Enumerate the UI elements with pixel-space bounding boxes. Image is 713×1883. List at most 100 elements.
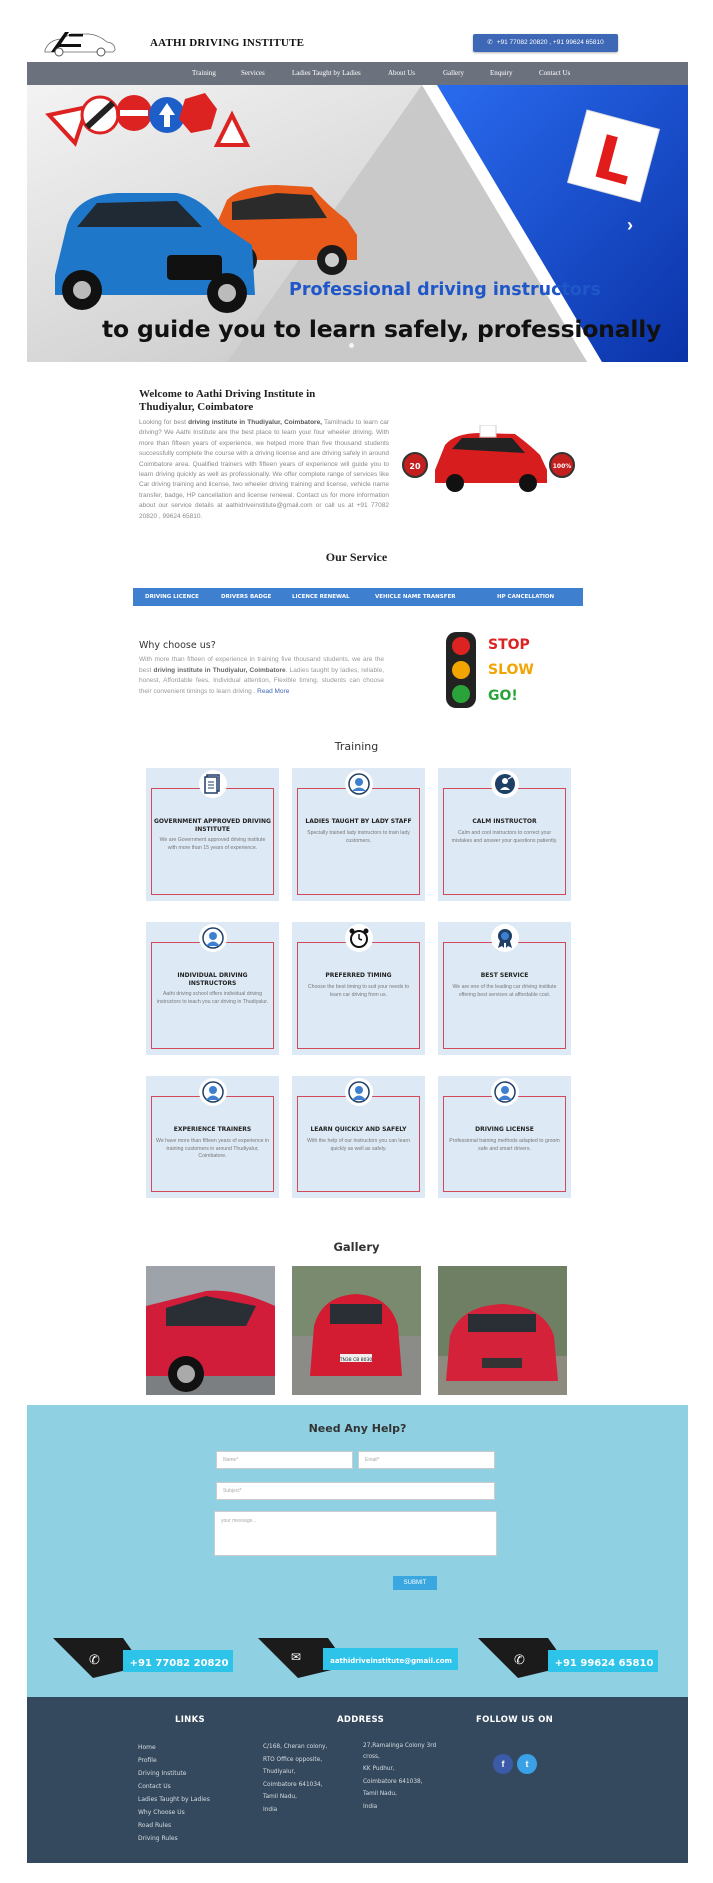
footer-link-home[interactable]: Home <box>138 1744 156 1751</box>
nav-training[interactable]: Training <box>192 62 216 85</box>
service-hp-cancellation[interactable]: HP CANCELLATION <box>497 588 554 606</box>
hero-slider: L Professional driving instructors to gu… <box>27 85 688 362</box>
alarm-clock-icon <box>345 924 373 952</box>
footer-link-ladies-taught[interactable]: Ladies Taught by Ladies <box>138 1796 210 1803</box>
training-card: LADIES TAUGHT BY LADY STAFF Specially tra… <box>292 768 425 901</box>
slider-dot[interactable] <box>349 343 354 348</box>
signal-go: GO! <box>488 688 518 704</box>
card-text: With the help of our instructors you can… <box>307 1138 410 1152</box>
site-title[interactable]: AATHI DRIVING INSTITUTE <box>150 37 304 49</box>
card-title: INDIVIDUAL DRIVING INSTRUCTORS <box>177 972 248 987</box>
twitter-icon[interactable]: t <box>517 1754 537 1774</box>
gallery-image-1[interactable] <box>146 1266 275 1395</box>
why-text: With more than fifteen of experience in … <box>139 656 385 695</box>
footer-link-contact-us[interactable]: Contact Us <box>138 1783 171 1790</box>
years-badge: 20 <box>409 462 421 471</box>
document-icon <box>199 770 227 798</box>
gallery-title: Gallery <box>333 1240 380 1254</box>
training-card: BEST SERVICE We are one of the leading ca… <box>438 922 571 1055</box>
why-title: Why choose us? <box>139 640 216 651</box>
footer-link-road-rules[interactable]: Road Rules <box>138 1822 171 1829</box>
card-title: GOVERNMENT APPROVED DRIVING INSTITUTE <box>154 818 271 833</box>
services-bar: DRIVING LICENCE DRIVERS BADGE LICENCE RE… <box>133 588 583 606</box>
red-car-image: 20 100% <box>402 425 575 492</box>
hero-headline: Professional driving instructors <box>289 280 601 300</box>
lady-icon <box>345 770 373 798</box>
help-section: Need Any Help? Name* Email* Subject* you… <box>27 1405 688 1697</box>
logo-car-icon[interactable] <box>41 30 117 58</box>
card-text: Aathi driving school offers individual d… <box>156 991 269 1005</box>
nav-services[interactable]: Services <box>241 62 265 85</box>
badge-phone-2: +91 99624 65810 <box>555 1658 654 1669</box>
slider-next-icon[interactable]: › <box>627 215 633 236</box>
welcome-title: Welcome to Aathi Driving Institute in Th… <box>139 388 316 413</box>
phone-icon: ✆ <box>487 39 493 46</box>
badge-email: aathidriveinstitute@gmail.com <box>330 1657 452 1665</box>
training-card: GOVERNMENT APPROVED DRIVING INSTITUTE We … <box>146 768 279 901</box>
training-card: PREFERRED TIMING Choose the best timing t… <box>292 922 425 1055</box>
address-title: ADDRESS <box>337 1715 385 1725</box>
read-more-link[interactable]: Read More <box>257 688 289 695</box>
training-card: INDIVIDUAL DRIVING INSTRUCTORS Aathi driv… <box>146 922 279 1055</box>
subject-field[interactable]: Subject* <box>216 1482 495 1500</box>
name-field[interactable]: Name* <box>216 1451 353 1469</box>
gallery-image-2[interactable]: TN38 CB 8030 <box>292 1266 421 1395</box>
email-field[interactable]: Email* <box>358 1451 495 1469</box>
submit-button[interactable]: SUBMIT <box>393 1576 437 1590</box>
card-title: PREFERRED TIMING <box>325 972 392 979</box>
user-icon <box>345 1078 373 1106</box>
footer-link-driving-rules[interactable]: Driving Rules <box>138 1835 178 1842</box>
nav-gallery[interactable]: Gallery <box>443 62 464 85</box>
phone-button[interactable]: ✆ +91 77082 20820 , +91 99624 65810 <box>473 34 618 52</box>
instructor-icon <box>491 770 519 798</box>
site-footer: LINKS Home Profile Driving Institute Con… <box>27 1697 688 1863</box>
services-title: Our Service <box>325 550 388 564</box>
service-driving-licence[interactable]: DRIVING LICENCE <box>145 588 199 606</box>
nav-enquiry[interactable]: Enquiry <box>490 62 513 85</box>
training-card: EXPERIENCE TRAINERS We have more than fif… <box>146 1076 279 1198</box>
service-drivers-badge[interactable]: DRIVERS BADGE <box>221 588 271 606</box>
service-licence-renewal[interactable]: LICENCE RENEWAL <box>292 588 350 606</box>
training-card: CALM INSTRUCTOR Calm and cool instructors… <box>438 768 571 901</box>
email-badge[interactable]: ✉ aathidriveinstitute@gmail.com <box>258 1638 458 1678</box>
main-nav: Training Services Ladies Taught by Ladie… <box>27 62 688 85</box>
message-field[interactable]: your message... <box>214 1511 497 1556</box>
card-text: Calm and cool instructors to correct you… <box>451 830 558 844</box>
card-text: Professional training methods adapted to… <box>449 1138 560 1152</box>
card-title: DRIVING LICENSE <box>475 1126 534 1133</box>
signal-stop: STOP <box>488 637 530 653</box>
nav-contact-us[interactable]: Contact Us <box>539 62 570 85</box>
welcome-text: Looking for best driving institute in Th… <box>139 419 390 520</box>
address-1: C/168, Cheran colony, RTO Office opposite… <box>263 1744 328 1813</box>
traffic-light-image: STOP SLOW GO! <box>446 632 534 708</box>
training-card: LEARN QUICKLY AND SAFELY With the help of… <box>292 1076 425 1198</box>
gallery-image-3[interactable] <box>438 1266 567 1395</box>
service-vehicle-name-transfer[interactable]: VEHICLE NAME TRANSFER <box>375 588 455 606</box>
site-header: AATHI DRIVING INSTITUTE ✆ +91 77082 20820… <box>27 0 688 62</box>
phone-badge-1[interactable]: ✆ +91 77082 20820 <box>53 1638 233 1678</box>
card-text: Specially trained lady instructors to tr… <box>307 830 410 844</box>
training-title: Training <box>334 740 379 753</box>
facebook-icon[interactable]: f <box>493 1754 513 1774</box>
percent-badge: 100% <box>553 463 572 470</box>
address-2: 27,Ramalinga Colony 3rd cross, KK Pudhur,… <box>363 1743 437 1810</box>
user-icon <box>199 1078 227 1106</box>
card-text: We have more than fifteen years of exper… <box>156 1138 269 1159</box>
card-title: CALM INSTRUCTOR <box>472 818 537 825</box>
user-icon <box>491 1078 519 1106</box>
nav-ladies-taught[interactable]: Ladies Taught by Ladies <box>292 62 361 85</box>
phone-badge-2[interactable]: ✆ +91 99624 65810 <box>478 1638 658 1678</box>
links-title: LINKS <box>175 1715 205 1725</box>
user-icon <box>199 924 227 952</box>
phone-icon: ✆ <box>514 1652 525 1667</box>
badge-phone-1: +91 77082 20820 <box>130 1658 229 1669</box>
rear-plate-text: TN38 CB 8030 <box>339 1357 373 1363</box>
card-title: LEARN QUICKLY AND SAFELY <box>310 1126 407 1133</box>
footer-link-profile[interactable]: Profile <box>138 1757 157 1764</box>
footer-link-driving-institute[interactable]: Driving Institute <box>138 1770 186 1777</box>
phone-numbers: +91 77082 20820 , +91 99624 65810 <box>496 39 604 46</box>
card-text: We are one of the leading car driving in… <box>452 984 557 998</box>
footer-link-why-choose-us[interactable]: Why Choose Us <box>138 1809 185 1816</box>
nav-about-us[interactable]: About Us <box>388 62 415 85</box>
help-title: Need Any Help? <box>308 1422 407 1435</box>
